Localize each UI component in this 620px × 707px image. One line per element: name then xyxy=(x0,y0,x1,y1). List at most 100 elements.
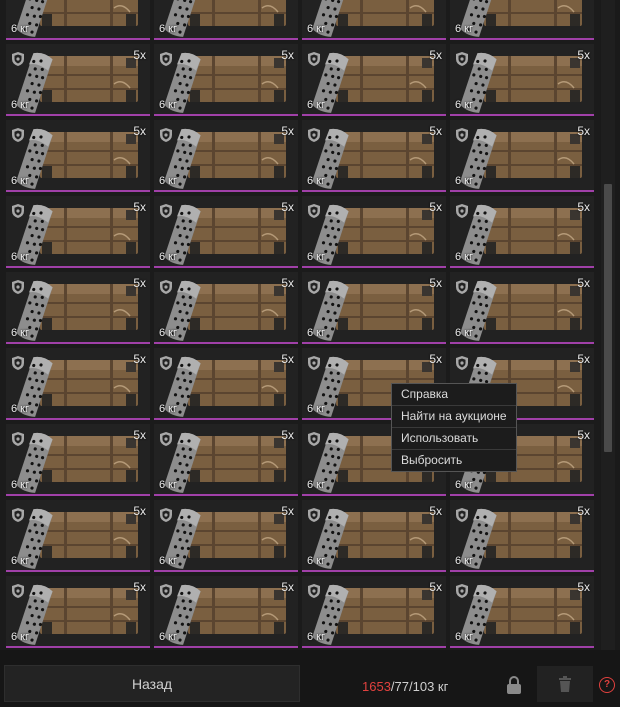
item-weight: 6 кг xyxy=(455,99,473,111)
item-weight: 6 кг xyxy=(159,251,177,263)
shield-icon xyxy=(160,280,172,299)
inventory-slot[interactable]: 5x6 кг xyxy=(154,0,298,40)
context-menu: Справка Найти на аукционе Использовать В… xyxy=(391,383,517,472)
item-weight: 6 кг xyxy=(11,479,29,491)
inventory-slot[interactable]: 5x 6 кг xyxy=(302,500,446,572)
item-weight: 6 кг xyxy=(455,327,473,339)
item-weight: 6 кг xyxy=(11,23,29,35)
inventory-slot[interactable]: 5x6 кг xyxy=(154,272,298,344)
inventory-slot[interactable]: 5x6 кг xyxy=(302,576,446,648)
shield-icon xyxy=(12,508,24,527)
shield-icon xyxy=(12,128,24,147)
item-weight: 6 кг xyxy=(307,555,325,567)
weight-current: 1653 xyxy=(362,679,391,694)
item-quantity: 5x xyxy=(577,276,590,290)
shield-icon xyxy=(12,584,24,603)
item-quantity: 5x xyxy=(577,428,590,442)
inventory-slot[interactable]: 5x6 кг xyxy=(6,576,150,648)
item-quantity: 5x xyxy=(133,48,146,62)
shield-icon xyxy=(160,356,172,375)
item-weight: 6 кг xyxy=(11,327,29,339)
shield-icon xyxy=(308,52,320,71)
inventory-slot[interactable]: 5x6 кг xyxy=(302,196,446,268)
shield-icon xyxy=(160,584,172,603)
menu-item-find-auction[interactable]: Найти на аукционе xyxy=(392,406,516,428)
item-weight: 6 кг xyxy=(159,23,177,35)
inventory-slot[interactable]: 5x6 кг xyxy=(154,196,298,268)
item-quantity: 5x xyxy=(429,504,442,518)
item-weight: 6 кг xyxy=(159,479,177,491)
shield-icon xyxy=(456,508,468,527)
inventory-slot[interactable]: 5x6 кг xyxy=(302,0,446,40)
inventory-slot[interactable]: 5x6 кг xyxy=(154,44,298,116)
item-quantity: 5x xyxy=(281,124,294,138)
trash-button[interactable] xyxy=(537,666,593,702)
inventory-slot[interactable]: 5x 6 кг xyxy=(154,500,298,572)
item-quantity: 5x xyxy=(577,48,590,62)
item-weight: 6 кг xyxy=(11,99,29,111)
item-weight: 6 кг xyxy=(11,251,29,263)
item-quantity: 5x xyxy=(133,428,146,442)
inventory-slot[interactable]: 5x 6 кг xyxy=(6,424,150,496)
item-weight: 6 кг xyxy=(307,251,325,263)
lock-icon[interactable] xyxy=(506,676,522,699)
item-quantity: 5x xyxy=(133,504,146,518)
inventory-slot[interactable]: 5x6 кг xyxy=(450,0,594,40)
back-button[interactable]: Назад xyxy=(4,665,300,702)
item-weight: 6 кг xyxy=(159,555,177,567)
inventory-slot[interactable]: 5x 6 кг xyxy=(6,44,150,116)
item-weight: 6 кг xyxy=(455,23,473,35)
item-weight: 6 кг xyxy=(159,175,177,187)
shield-icon xyxy=(160,508,172,527)
inventory-slot[interactable]: 5x6 кг xyxy=(450,120,594,192)
item-quantity: 5x xyxy=(429,352,442,366)
inventory-slot[interactable]: 5x6 кг xyxy=(450,576,594,648)
inventory-slot[interactable]: 5x6 кг xyxy=(154,424,298,496)
shield-icon xyxy=(12,280,24,299)
inventory-slot[interactable]: 5x6 кг xyxy=(302,272,446,344)
shield-icon xyxy=(308,128,320,147)
inventory-slot[interactable]: 5x6 кг xyxy=(6,120,150,192)
inventory-slot[interactable]: 5x 6 кг xyxy=(302,44,446,116)
item-weight: 6 кг xyxy=(307,479,325,491)
scrollbar[interactable] xyxy=(601,0,615,650)
inventory-slot[interactable]: 5x6 кг xyxy=(6,0,150,40)
item-weight: 6 кг xyxy=(159,631,177,643)
inventory-slot[interactable]: 5x6 кг xyxy=(450,500,594,572)
item-quantity: 5x xyxy=(281,504,294,518)
inventory-slot[interactable]: 5x6 кг xyxy=(6,196,150,268)
item-weight: 6 кг xyxy=(307,175,325,187)
item-weight: 6 кг xyxy=(455,555,473,567)
item-quantity: 5x xyxy=(429,276,442,290)
menu-item-drop[interactable]: Выбросить xyxy=(392,450,516,471)
bottom-bar: Назад 1653/77/103 кг ? xyxy=(0,650,620,707)
shield-icon xyxy=(160,52,172,71)
item-weight: 6 кг xyxy=(11,555,29,567)
inventory-slot[interactable]: 5x6 кг xyxy=(154,348,298,420)
item-quantity: 5x xyxy=(577,580,590,594)
inventory-slot[interactable]: 5x 6 кг xyxy=(154,120,298,192)
menu-item-use[interactable]: Использовать xyxy=(392,428,516,450)
item-quantity: 5x xyxy=(281,48,294,62)
shield-icon xyxy=(456,52,468,71)
inventory-slot[interactable]: 5x 6 кг xyxy=(450,44,594,116)
inventory-slot[interactable]: 5x6 кг xyxy=(450,196,594,268)
item-weight: 6 кг xyxy=(159,403,177,415)
item-quantity: 5x xyxy=(429,48,442,62)
shield-icon xyxy=(456,280,468,299)
menu-item-help[interactable]: Справка xyxy=(392,384,516,406)
inventory-slot[interactable]: 5x 6 кг xyxy=(6,500,150,572)
inventory-panel: 5x 6 кг 5x 6 кг xyxy=(0,0,600,650)
inventory-slot[interactable]: 5x6 кг xyxy=(6,348,150,420)
inventory-slot[interactable]: 5x 6 кг xyxy=(302,120,446,192)
item-quantity: 5x xyxy=(133,276,146,290)
inventory-slot[interactable]: 5x 6 кг xyxy=(6,272,150,344)
inventory-slot[interactable]: 5x6 кг xyxy=(154,576,298,648)
inventory-slot[interactable]: 5x 6 кг xyxy=(450,272,594,344)
item-weight: 6 кг xyxy=(11,403,29,415)
item-quantity: 5x xyxy=(281,276,294,290)
help-icon[interactable]: ? xyxy=(599,677,615,693)
scrollbar-thumb[interactable] xyxy=(604,184,612,452)
item-quantity: 5x xyxy=(429,124,442,138)
item-weight: 6 кг xyxy=(307,99,325,111)
